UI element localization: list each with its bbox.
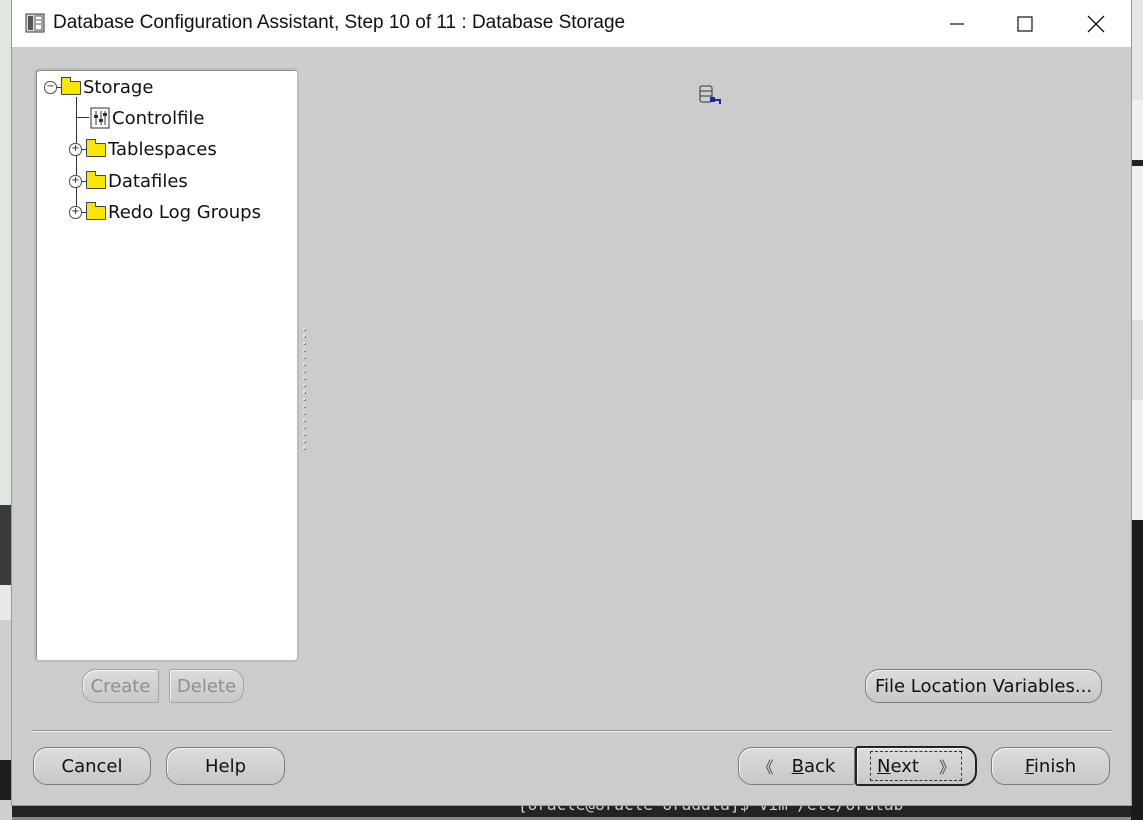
file-location-variables-button[interactable]: File Location Variables... [865,669,1102,703]
folder-icon [61,77,81,95]
storage-tree[interactable]: − Storage Controlfile + Tablespaces + Da… [34,68,299,662]
create-button[interactable]: Create [82,669,159,703]
tree-node-label: Redo Log Groups [108,201,261,223]
help-button[interactable]: Help [166,747,285,785]
minimize-icon [950,22,964,25]
chevron-left-icon: 《 [757,758,774,777]
tree-node-tablespaces[interactable]: + Tablespaces [69,136,217,162]
chevron-right-icon: 》 [938,758,955,777]
expand-icon[interactable]: + [69,174,82,188]
cancel-button-label: Cancel [61,755,123,777]
finish-button-label: Finish [1024,755,1077,777]
desktop-background-left [0,0,12,820]
tree-node-label: Datafiles [108,170,188,192]
next-button-label: Next [877,755,919,777]
next-button[interactable]: Next 》 [855,746,977,786]
finish-button[interactable]: Finish [991,747,1110,785]
maximize-button[interactable] [990,0,1060,47]
separator [32,730,1112,732]
expand-icon[interactable]: + [69,142,82,156]
help-button-label: Help [204,755,247,777]
tree-node-storage[interactable]: − Storage [44,74,153,100]
expand-icon[interactable]: + [69,205,82,219]
database-app-icon [25,13,45,33]
folder-icon [86,171,106,189]
maximize-icon [1017,15,1033,32]
folder-icon [86,202,106,220]
delete-button[interactable]: Delete [169,669,244,703]
file-location-variables-label: File Location Variables... [874,675,1093,697]
dbca-window: Database Configuration Assistant, Step 1… [12,0,1131,805]
create-button-label: Create [90,675,151,697]
desktop-background-right [1131,0,1143,820]
back-button[interactable]: 《 Back [738,747,855,785]
folder-icon [86,139,106,157]
delete-button-label: Delete [176,675,237,697]
window-title: Database Configuration Assistant, Step 1… [53,12,626,33]
tree-node-label: Tablespaces [108,138,217,160]
cancel-button[interactable]: Cancel [33,747,151,785]
close-icon [1087,15,1105,32]
tree-node-redo-log-groups[interactable]: + Redo Log Groups [69,199,261,225]
splitter-handle[interactable] [302,328,306,453]
controlfile-icon [90,107,110,129]
database-storage-icon [699,85,721,104]
minimize-button[interactable] [922,0,992,47]
tree-node-label: Storage [83,76,154,98]
close-button[interactable] [1061,0,1131,47]
tree-node-controlfile[interactable]: Controlfile [90,105,204,131]
tree-node-datafiles[interactable]: + Datafiles [69,168,188,194]
back-button-label: Back [791,755,836,777]
collapse-icon[interactable]: − [44,80,57,94]
tree-node-label: Controlfile [112,107,205,129]
next-button-focus: Next 》 [870,751,962,781]
title-bar: Database Configuration Assistant, Step 1… [12,0,1131,47]
background-terminal: [oracle@oracle oradata]$ vim /etc/oratab [12,795,1131,817]
